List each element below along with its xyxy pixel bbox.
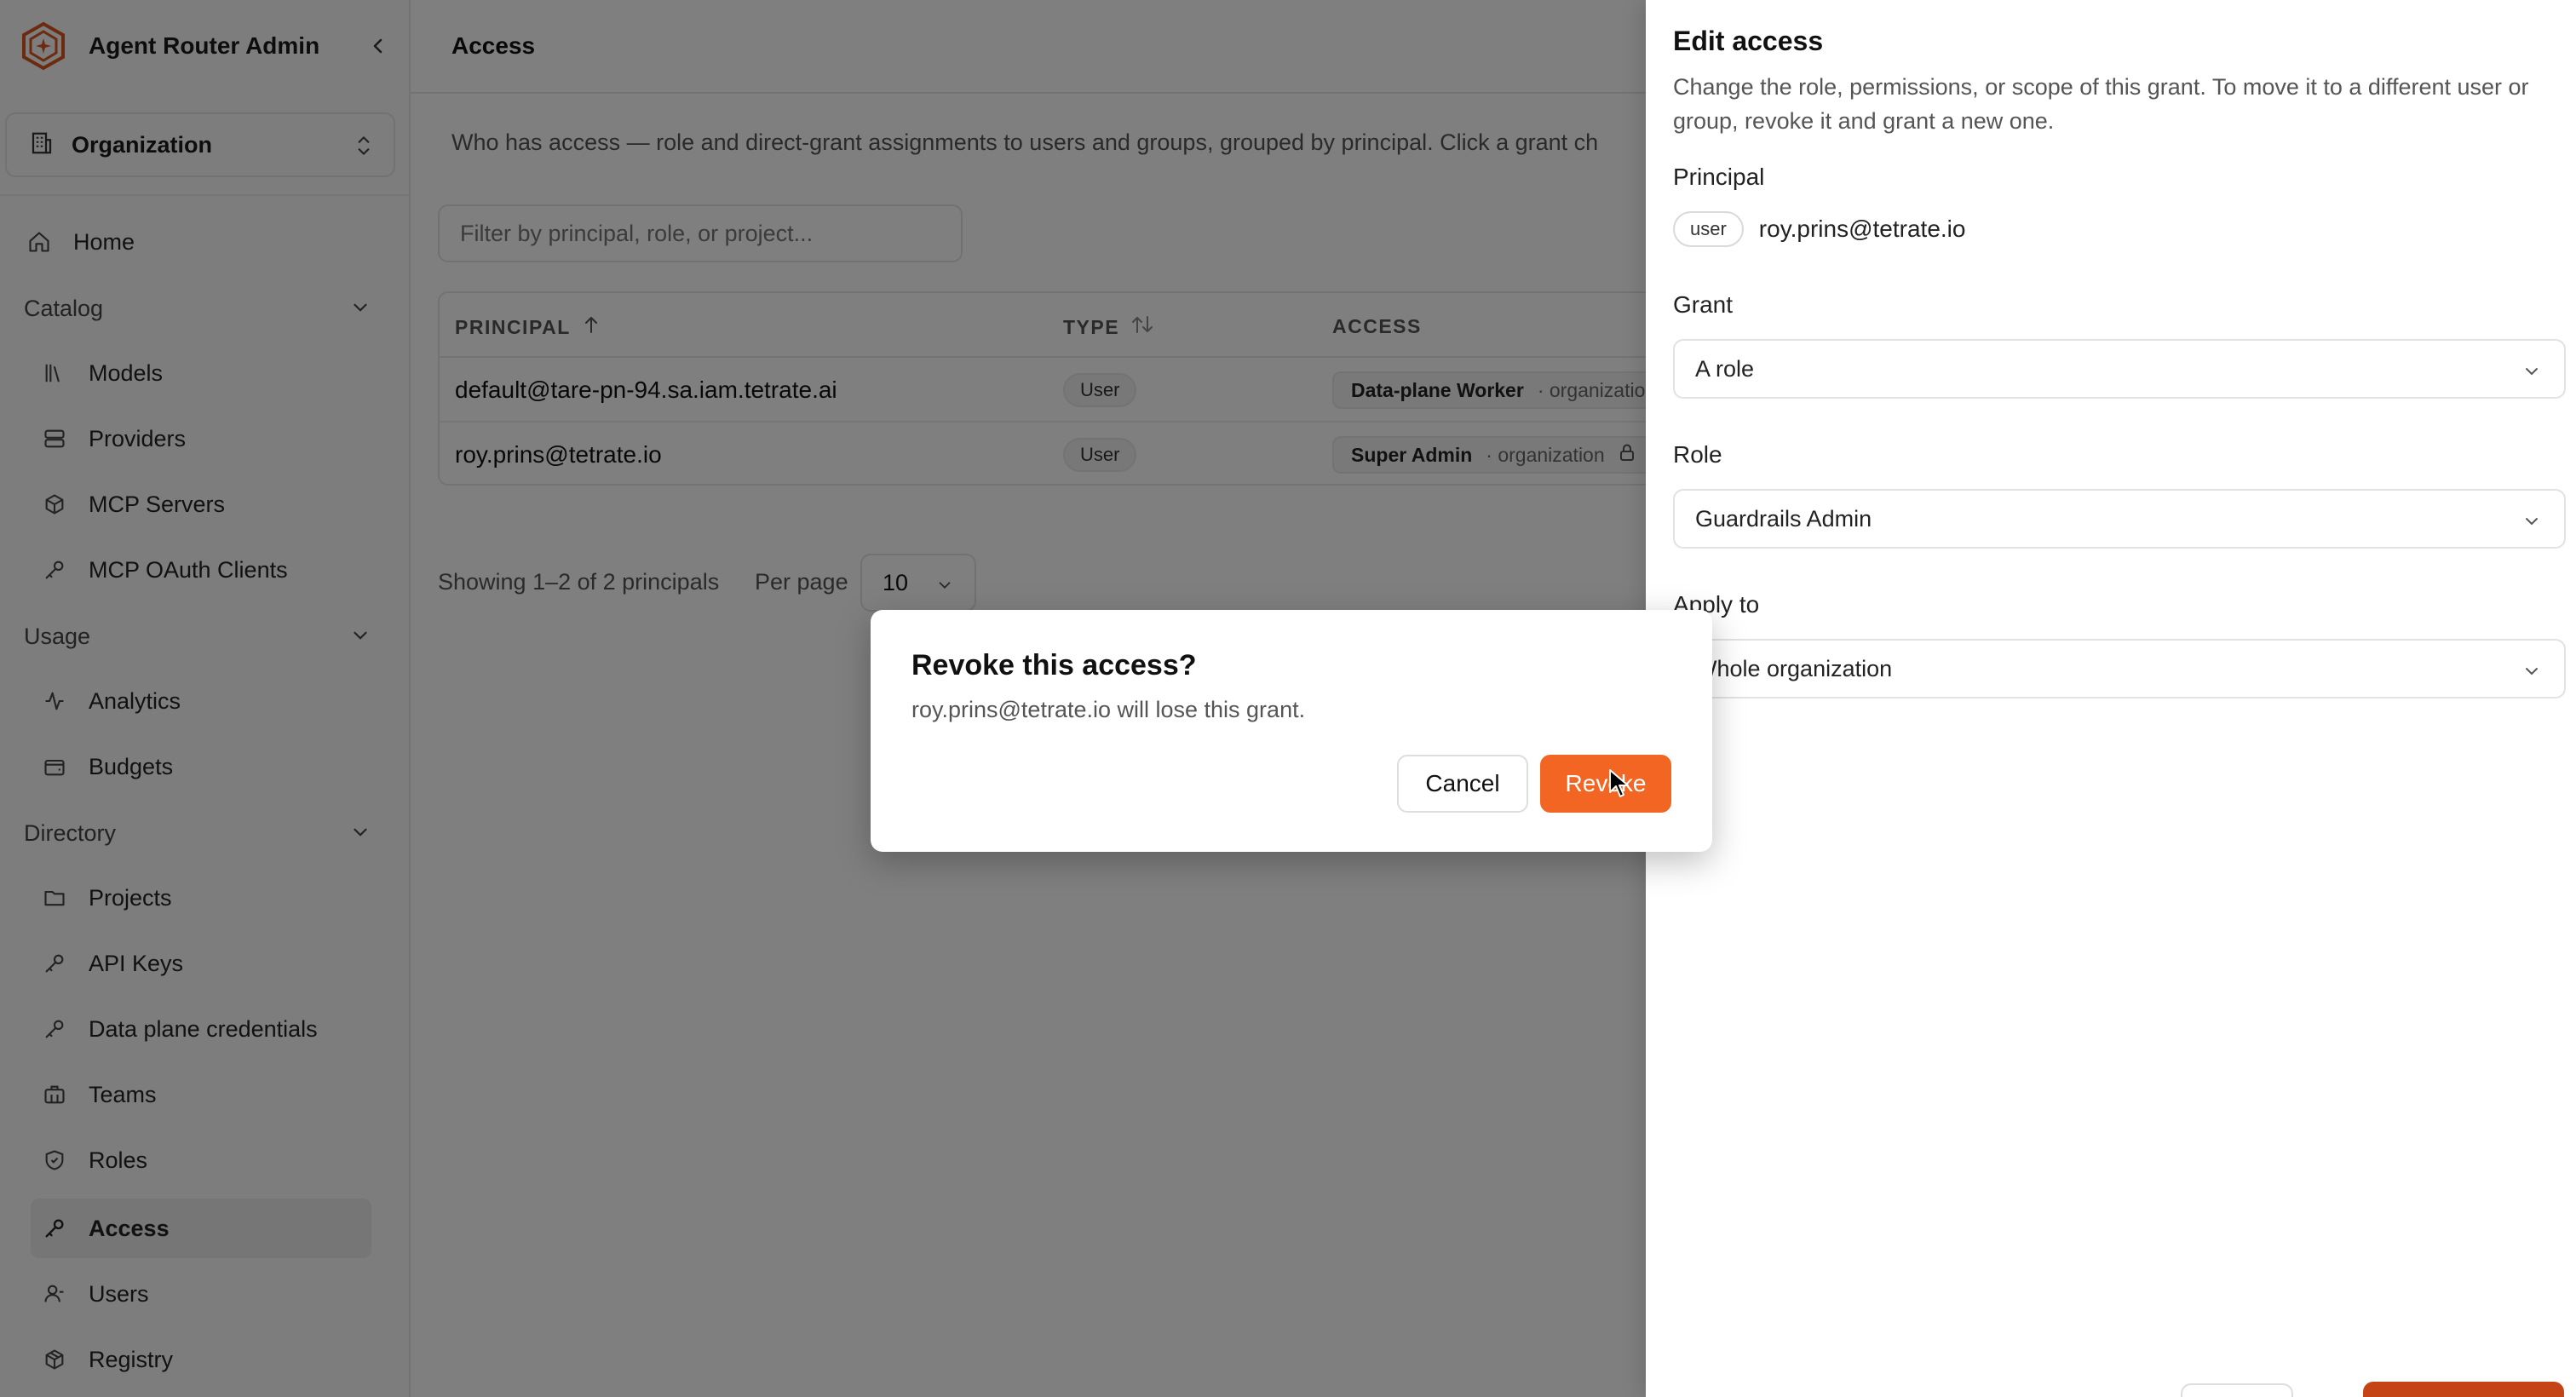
grant-select-value: A role xyxy=(1695,355,1755,382)
role-select[interactable]: Guardrails Admin xyxy=(1673,489,2566,549)
dialog-body: roy.prins@tetrate.io will lose this gran… xyxy=(911,697,1306,722)
principal-email: roy.prins@tetrate.io xyxy=(1758,216,1966,242)
apply-to-select-value: Whole organization xyxy=(1695,655,1893,681)
principal-display: user roy.prins@tetrate.io xyxy=(1673,211,1965,247)
revoke-confirm-dialog: Revoke this access? roy.prins@tetrate.io… xyxy=(871,610,1712,852)
dialog-title: Revoke this access? xyxy=(911,649,1197,681)
app-root: Agent Router Admin Organization Home Cat… xyxy=(0,0,2576,1397)
revoke-button[interactable]: Revoke xyxy=(1540,755,1671,813)
apply-to-select[interactable]: Whole organization xyxy=(1673,639,2566,698)
panel-secondary-button[interactable] xyxy=(2181,1383,2293,1397)
grant-label: Grant xyxy=(1673,291,1734,318)
principal-type-pill: user xyxy=(1673,211,1744,247)
cancel-button[interactable]: Cancel xyxy=(1397,755,1528,813)
panel-description: Change the role, permissions, or scope o… xyxy=(1673,74,2529,134)
mouse-cursor-icon xyxy=(1608,768,1630,803)
role-select-value: Guardrails Admin xyxy=(1695,505,1872,532)
role-label: Role xyxy=(1673,441,1722,468)
edit-access-panel: Edit access Change the role, permissions… xyxy=(1646,0,2576,1397)
panel-primary-button[interactable] xyxy=(2363,1382,2564,1397)
panel-title: Edit access xyxy=(1673,26,1824,56)
principal-label: Principal xyxy=(1673,164,1765,190)
grant-select[interactable]: A role xyxy=(1673,339,2566,399)
